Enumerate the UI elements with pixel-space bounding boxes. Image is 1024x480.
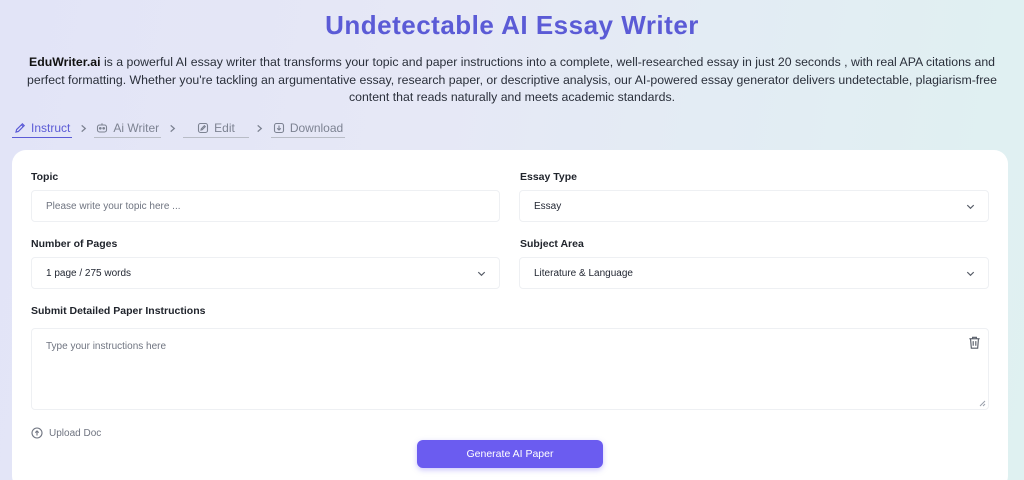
chevron-right-icon bbox=[257, 124, 263, 132]
subject-value: Literature & Language bbox=[534, 267, 633, 279]
description-text: is a powerful AI essay writer that trans… bbox=[27, 55, 997, 104]
chevron-down-icon bbox=[477, 271, 486, 277]
chevron-down-icon bbox=[966, 271, 975, 277]
upload-doc-button[interactable]: Upload Doc bbox=[31, 427, 101, 439]
essay-type-label: Essay Type bbox=[520, 171, 578, 183]
step-navigation: Instruct Ai Writer Edit Download bbox=[12, 117, 346, 139]
resize-handle-icon[interactable] bbox=[978, 399, 986, 407]
subject-select[interactable]: Literature & Language bbox=[519, 257, 989, 289]
chevron-down-icon bbox=[966, 204, 975, 210]
step-label: Edit bbox=[214, 120, 235, 135]
robot-icon bbox=[97, 122, 108, 133]
step-label: Ai Writer bbox=[113, 120, 160, 135]
download-icon bbox=[273, 122, 284, 133]
hero-description: EduWriter.ai is a powerful AI essay writ… bbox=[14, 54, 1010, 107]
subject-label: Subject Area bbox=[520, 238, 584, 250]
instructions-textarea[interactable] bbox=[32, 329, 988, 409]
trash-icon[interactable] bbox=[967, 335, 982, 350]
step-label: Instruct bbox=[31, 120, 71, 135]
pages-value: 1 page / 275 words bbox=[46, 267, 132, 279]
instructions-box bbox=[31, 328, 989, 410]
chevron-right-icon bbox=[169, 124, 175, 132]
step-edit[interactable]: Edit bbox=[183, 118, 249, 138]
generate-paper-button[interactable]: Generate AI Paper bbox=[417, 440, 603, 468]
essay-form-card: Topic Essay Type Essay Number of Pages 1… bbox=[12, 150, 1008, 480]
topic-field bbox=[31, 190, 500, 222]
pencil-icon bbox=[15, 122, 26, 133]
step-download[interactable]: Download bbox=[270, 118, 346, 138]
pages-label: Number of Pages bbox=[31, 238, 118, 250]
instructions-label: Submit Detailed Paper Instructions bbox=[31, 305, 206, 317]
page-title: Undetectable AI Essay Writer bbox=[325, 10, 699, 40]
step-instruct[interactable]: Instruct bbox=[12, 118, 73, 138]
step-label: Download bbox=[289, 120, 344, 135]
brand-name: EduWriter.ai bbox=[29, 55, 101, 69]
essay-type-select[interactable]: Essay bbox=[519, 190, 989, 222]
pages-select[interactable]: 1 page / 275 words bbox=[31, 257, 500, 289]
essay-type-value: Essay bbox=[534, 200, 562, 212]
topic-label: Topic bbox=[31, 171, 59, 183]
step-ai-writer[interactable]: Ai Writer bbox=[94, 118, 162, 138]
chevron-right-icon bbox=[81, 124, 87, 132]
topic-input[interactable] bbox=[46, 200, 485, 212]
upload-icon bbox=[31, 427, 43, 439]
edit-icon bbox=[198, 122, 209, 133]
upload-label: Upload Doc bbox=[49, 427, 102, 439]
